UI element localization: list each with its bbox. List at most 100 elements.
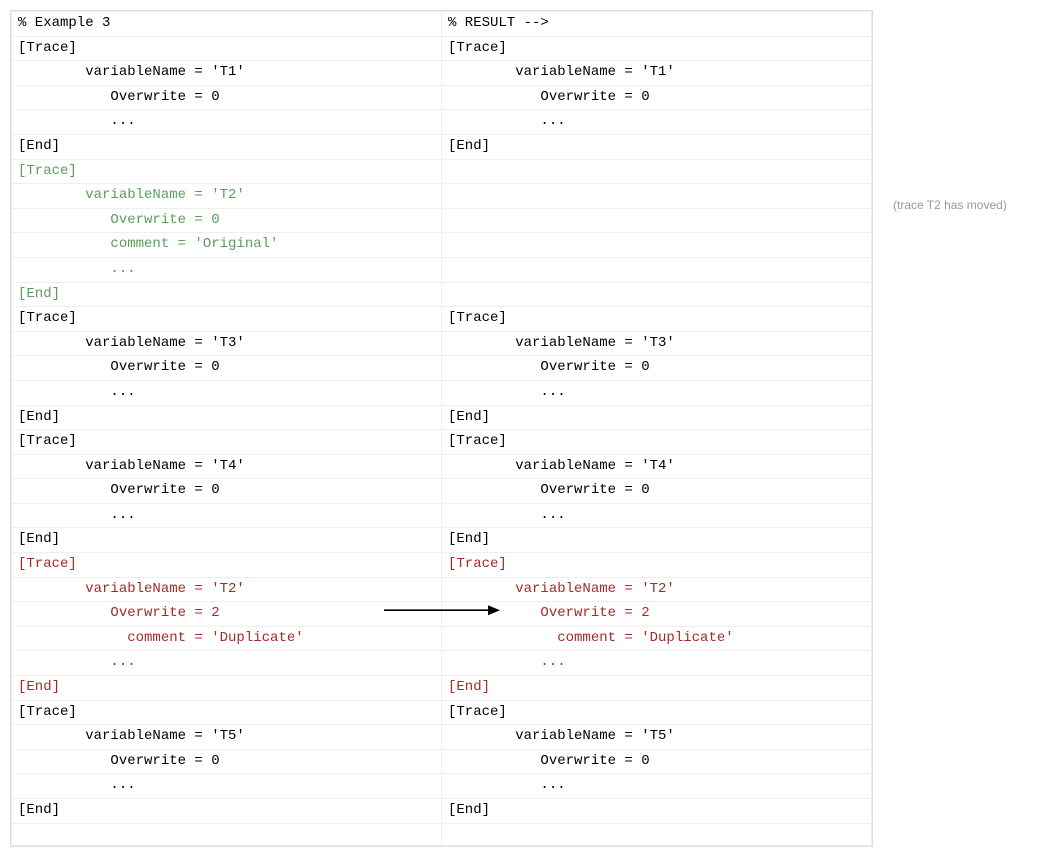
left-cell: Overwrite = 0: [12, 208, 442, 233]
diff-row: Overwrite = 0: [12, 208, 872, 233]
diff-row: [End][End]: [12, 134, 872, 159]
right-cell: ...: [442, 503, 872, 528]
diff-row: [End][End]: [12, 799, 872, 824]
left-cell: variableName = 'T2': [12, 577, 442, 602]
right-cell: variableName = 'T5': [442, 725, 872, 750]
left-cell: variableName = 'T5': [12, 725, 442, 750]
right-cell: [442, 159, 872, 184]
right-cell: [Trace]: [442, 430, 872, 455]
left-cell: Overwrite = 0: [12, 356, 442, 381]
diff-row: Overwrite = 0 Overwrite = 0: [12, 85, 872, 110]
diff-row: [Trace][Trace]: [12, 307, 872, 332]
right-cell: variableName = 'T2': [442, 577, 872, 602]
left-cell: variableName = 'T3': [12, 331, 442, 356]
left-cell: [Trace]: [12, 430, 442, 455]
left-cell: Overwrite = 0: [12, 85, 442, 110]
left-cell: [Trace]: [12, 700, 442, 725]
diff-row: Overwrite = 0 Overwrite = 0: [12, 479, 872, 504]
left-cell: [Trace]: [12, 553, 442, 578]
diff-row: Overwrite = 0 Overwrite = 0: [12, 749, 872, 774]
right-cell: [End]: [442, 676, 872, 701]
left-cell: Overwrite = 0: [12, 749, 442, 774]
right-cell: [442, 823, 872, 845]
left-cell: ...: [12, 257, 442, 282]
left-cell: [End]: [12, 676, 442, 701]
left-cell: Overwrite = 0: [12, 479, 442, 504]
right-cell: [Trace]: [442, 553, 872, 578]
right-cell: [442, 233, 872, 258]
left-cell: % Example 3: [12, 12, 442, 37]
diff-row: ... ...: [12, 380, 872, 405]
left-cell: [End]: [12, 405, 442, 430]
diff-row: ... ...: [12, 774, 872, 799]
diff-row: variableName = 'T4' variableName = 'T4': [12, 454, 872, 479]
right-cell: [442, 184, 872, 209]
diff-row: Overwrite = 0 Overwrite = 0: [12, 356, 872, 381]
left-cell: ...: [12, 110, 442, 135]
side-note: (trace T2 has moved): [893, 198, 1007, 212]
right-cell: Overwrite = 0: [442, 356, 872, 381]
left-cell: [Trace]: [12, 307, 442, 332]
left-cell: [12, 823, 442, 845]
right-cell: variableName = 'T3': [442, 331, 872, 356]
left-cell: [End]: [12, 799, 442, 824]
left-cell: [Trace]: [12, 36, 442, 61]
left-cell: ...: [12, 651, 442, 676]
left-cell: [Trace]: [12, 159, 442, 184]
right-cell: Overwrite = 0: [442, 749, 872, 774]
diff-row: variableName = 'T1' variableName = 'T1': [12, 61, 872, 86]
diff-row: [Trace][Trace]: [12, 700, 872, 725]
right-cell: [End]: [442, 134, 872, 159]
left-cell: [End]: [12, 134, 442, 159]
diff-row: Overwrite = 2 Overwrite = 2: [12, 602, 872, 627]
right-cell: [Trace]: [442, 700, 872, 725]
right-cell: % RESULT -->: [442, 12, 872, 37]
left-cell: comment = 'Duplicate': [12, 626, 442, 651]
right-cell: variableName = 'T4': [442, 454, 872, 479]
diff-row: [Trace][Trace]: [12, 36, 872, 61]
left-cell: comment = 'Original': [12, 233, 442, 258]
right-cell: [Trace]: [442, 307, 872, 332]
right-cell: [Trace]: [442, 36, 872, 61]
diff-row: ...: [12, 257, 872, 282]
right-cell: [442, 208, 872, 233]
right-cell: ...: [442, 774, 872, 799]
diff-row: [Trace]: [12, 159, 872, 184]
right-cell: comment = 'Duplicate': [442, 626, 872, 651]
diff-row: [Trace][Trace]: [12, 430, 872, 455]
left-cell: ...: [12, 503, 442, 528]
right-cell: ...: [442, 380, 872, 405]
right-cell: [End]: [442, 799, 872, 824]
right-cell: ...: [442, 110, 872, 135]
right-cell: [442, 282, 872, 307]
right-cell: ...: [442, 651, 872, 676]
diff-row: variableName = 'T2': [12, 184, 872, 209]
diff-row: ... ...: [12, 651, 872, 676]
left-cell: variableName = 'T2': [12, 184, 442, 209]
left-cell: ...: [12, 380, 442, 405]
diff-row: [End][End]: [12, 528, 872, 553]
diff-row: comment = 'Original': [12, 233, 872, 258]
left-cell: [End]: [12, 282, 442, 307]
right-cell: Overwrite = 0: [442, 479, 872, 504]
right-cell: Overwrite = 2: [442, 602, 872, 627]
right-cell: variableName = 'T1': [442, 61, 872, 86]
diff-row: [End][End]: [12, 676, 872, 701]
left-cell: variableName = 'T4': [12, 454, 442, 479]
left-cell: ...: [12, 774, 442, 799]
diff-row: % Example 3% RESULT -->: [12, 12, 872, 37]
left-cell: Overwrite = 2: [12, 602, 442, 627]
left-cell: variableName = 'T1': [12, 61, 442, 86]
right-cell: [End]: [442, 405, 872, 430]
diff-row: [End]: [12, 282, 872, 307]
diff-row: variableName = 'T5' variableName = 'T5': [12, 725, 872, 750]
diff-row: [End][End]: [12, 405, 872, 430]
diff-row: variableName = 'T2' variableName = 'T2': [12, 577, 872, 602]
diff-row: [Trace][Trace]: [12, 553, 872, 578]
right-cell: [442, 257, 872, 282]
diff-row: [12, 823, 872, 845]
diff-row: variableName = 'T3' variableName = 'T3': [12, 331, 872, 356]
right-cell: Overwrite = 0: [442, 85, 872, 110]
right-cell: [End]: [442, 528, 872, 553]
diff-row: ... ...: [12, 110, 872, 135]
